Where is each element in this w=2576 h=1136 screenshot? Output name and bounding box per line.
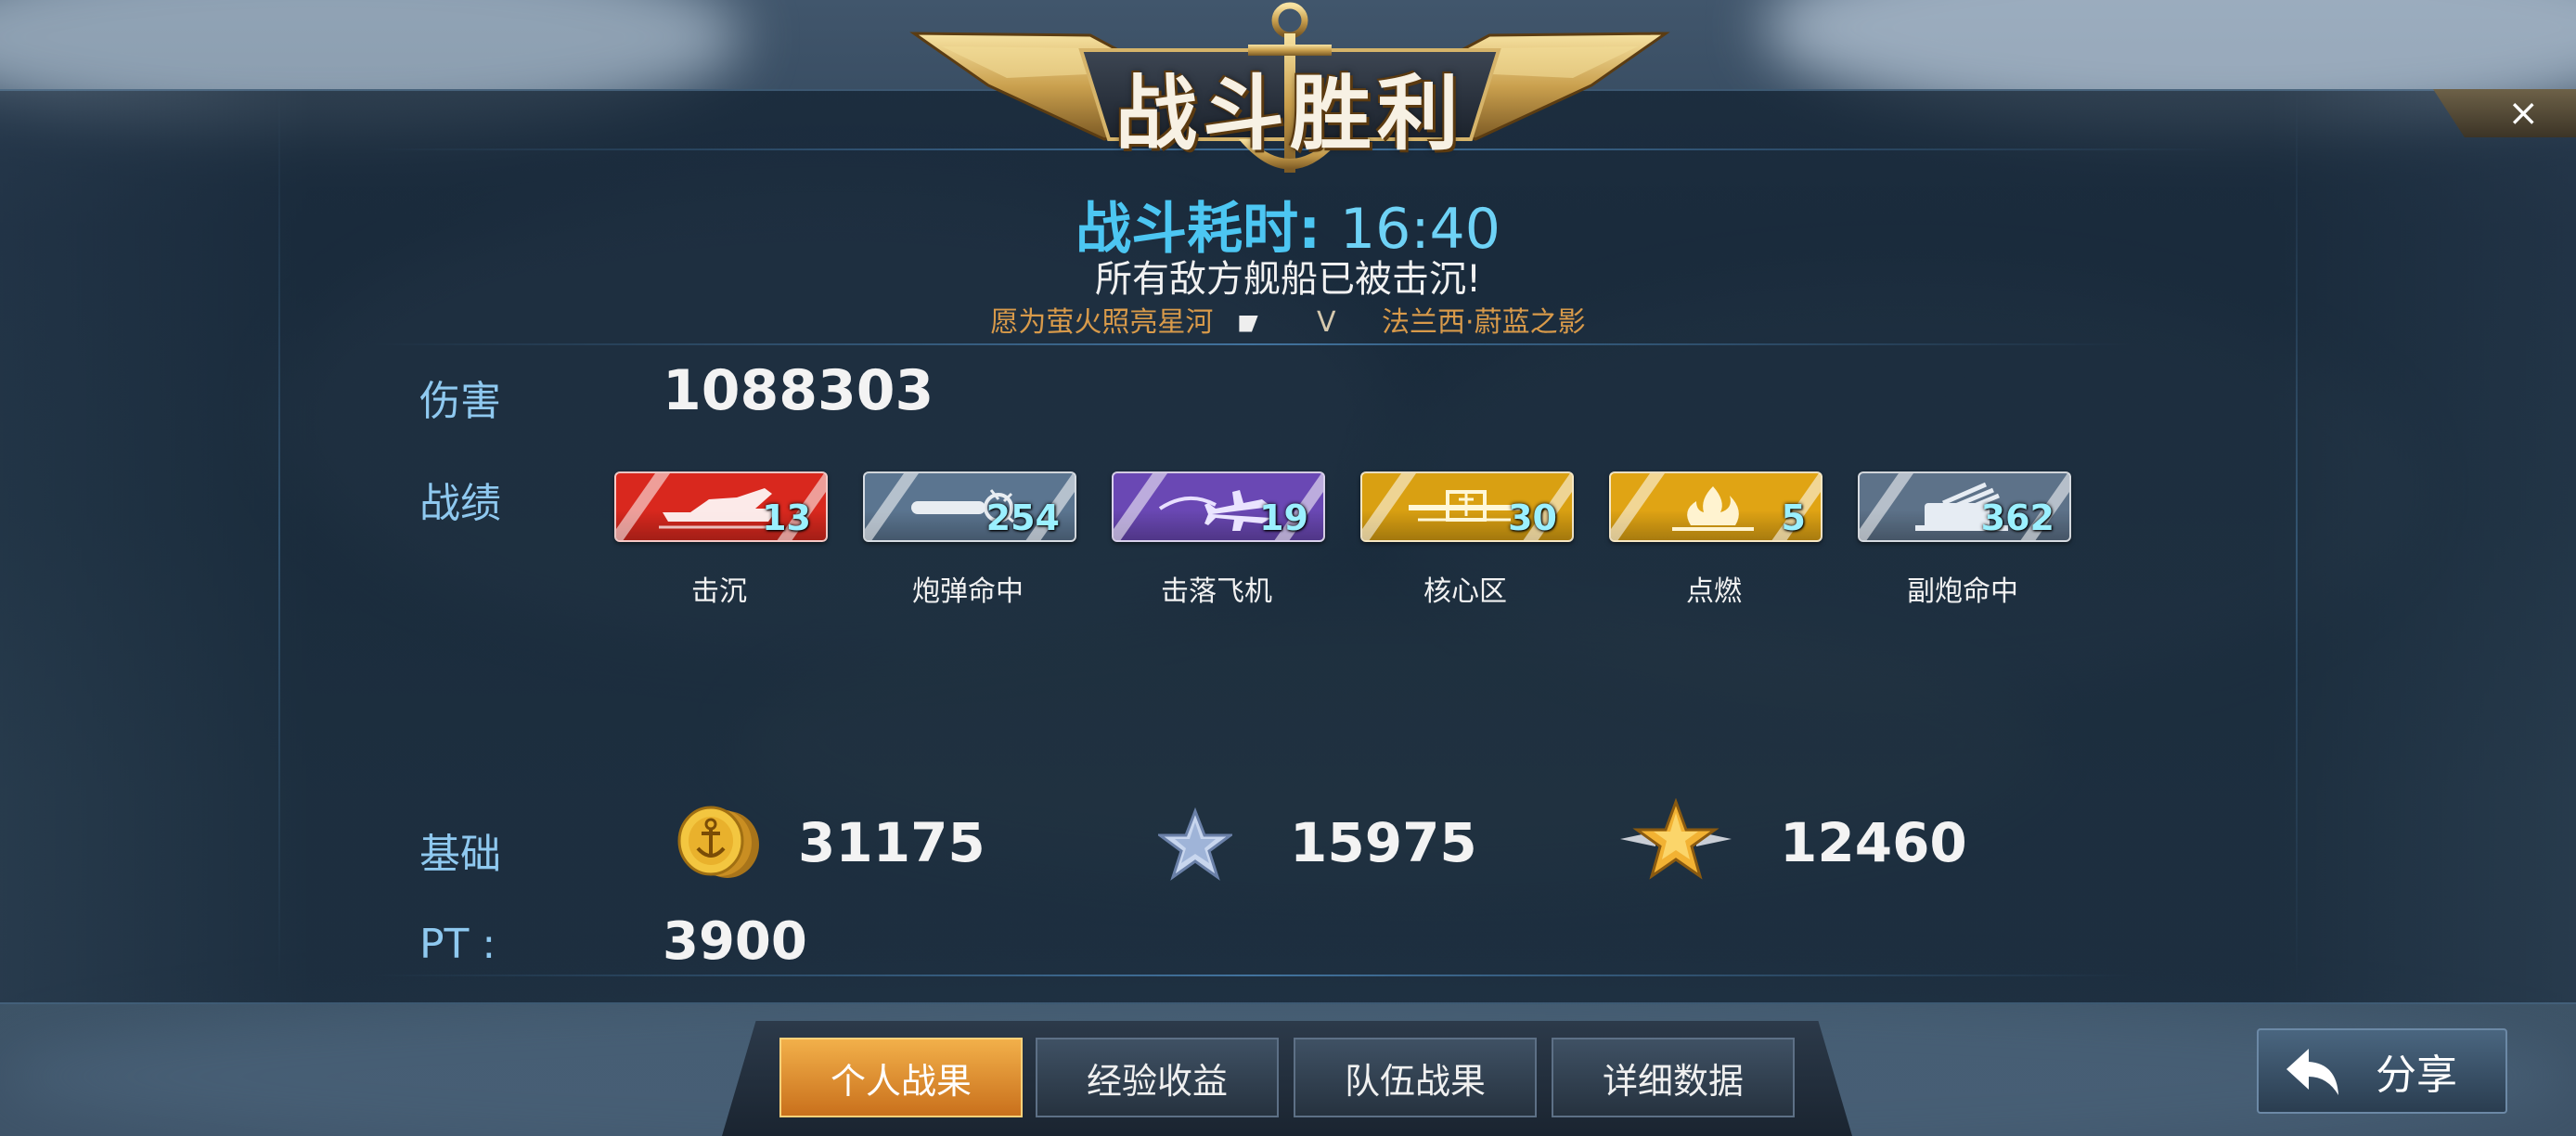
record-caption: 炮弹命中 xyxy=(912,575,1024,608)
damage-value: 1088303 xyxy=(663,358,934,423)
gold-coin-icon xyxy=(677,806,759,878)
flag-icon xyxy=(1239,315,1258,332)
gold-reward-value: 31175 xyxy=(798,811,985,874)
enemy-name: 法兰西·蔚蓝之影 xyxy=(1382,306,1586,339)
record-badge-shell-hit[interactable]: 254 xyxy=(863,471,1076,542)
exp-star-icon xyxy=(1158,807,1232,881)
pt-label: PT : xyxy=(419,921,496,968)
share-arrow-icon xyxy=(2286,1049,2338,1095)
victory-banner: 战斗胜利 xyxy=(905,0,1675,195)
tab-detailed-data[interactable]: 详细数据 xyxy=(1552,1038,1795,1117)
record-caption: 点燃 xyxy=(1686,575,1742,608)
record-caption: 击落飞机 xyxy=(1161,575,1272,608)
record-badge-citadel-hit[interactable]: 30 xyxy=(1360,471,1574,542)
pt-value: 3900 xyxy=(663,911,807,972)
record-badge-plane-shot[interactable]: 19 xyxy=(1112,471,1325,542)
fire-icon xyxy=(1672,486,1754,531)
record-label: 战绩 xyxy=(419,480,501,527)
record-badge-sinking-ship[interactable]: 13 xyxy=(614,471,828,542)
record-count: 13 xyxy=(762,497,811,538)
commander-exp-value: 12460 xyxy=(1780,811,1967,874)
record-count: 254 xyxy=(985,497,1060,538)
tab-personal-results[interactable]: 个人战果 xyxy=(779,1038,1023,1117)
base-label: 基础 xyxy=(419,831,501,878)
victory-title: 战斗胜利 xyxy=(1114,65,1464,161)
record-count: 362 xyxy=(1980,497,2054,538)
record-caption: 核心区 xyxy=(1423,575,1507,608)
damage-label: 伤害 xyxy=(419,378,501,425)
record-caption: 副炮命中 xyxy=(1907,575,2018,608)
record-badge-fire[interactable]: 5 xyxy=(1609,471,1823,542)
footer-divider xyxy=(371,975,2134,976)
tab-team-results[interactable]: 队伍战果 xyxy=(1294,1038,1537,1117)
commander-exp-icon xyxy=(1620,798,1732,880)
exp-reward-value: 15975 xyxy=(1290,811,1477,874)
share-button[interactable]: 分享 xyxy=(2257,1028,2507,1114)
record-caption: 击沉 xyxy=(691,575,747,608)
matchup-line: 愿为萤火照亮星河 V 法兰西·蔚蓝之影 xyxy=(0,299,2576,340)
vs-label: V xyxy=(1316,306,1336,339)
player-name: 愿为萤火照亮星河 xyxy=(990,306,1214,339)
record-count: 30 xyxy=(1508,497,1557,538)
record-count: 19 xyxy=(1259,497,1308,538)
share-label: 分享 xyxy=(2376,1052,2457,1099)
tab-exp-earnings[interactable]: 经验收益 xyxy=(1036,1038,1279,1117)
record-badge-secondary-gun[interactable]: 362 xyxy=(1858,471,2071,542)
record-count: 5 xyxy=(1781,497,1806,538)
info-divider xyxy=(371,343,2134,345)
result-message: 所有敌方舰船已被击沉! xyxy=(1094,258,1482,301)
